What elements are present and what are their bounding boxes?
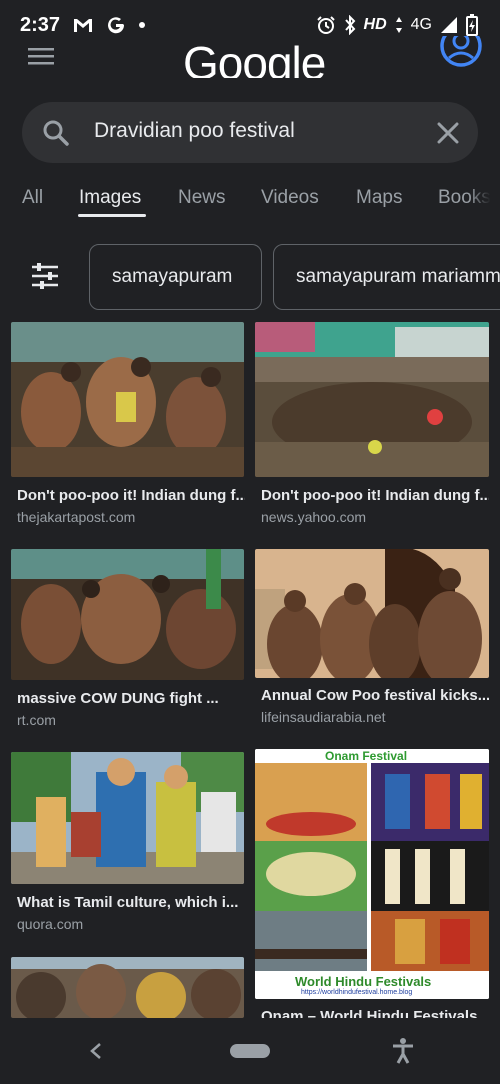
alarm-icon (316, 15, 336, 35)
bluetooth-icon (344, 15, 356, 35)
result-card[interactable]: Annual Cow Poo festival kicks... lifeins… (255, 549, 489, 729)
back-icon[interactable] (86, 1040, 106, 1062)
result-card[interactable]: Don't poo-poo it! Indian dung f... theja… (11, 322, 245, 527)
result-thumbnail[interactable] (11, 957, 244, 1018)
dot-icon (138, 21, 146, 29)
google-logo: Google (183, 37, 326, 78)
tune-filter-icon[interactable] (30, 261, 60, 291)
app-header: Google (0, 36, 500, 84)
tab-images[interactable]: Images (79, 187, 141, 209)
network-hd-label: HD (363, 16, 387, 33)
result-source: rt.com (17, 712, 56, 728)
active-tab-indicator (78, 214, 146, 217)
result-thumbnail[interactable] (11, 322, 244, 477)
result-card[interactable]: Onam Festival World Hindu Festivals http… (255, 749, 489, 1025)
result-thumbnail[interactable] (11, 752, 244, 884)
result-card[interactable]: Don't poo-poo it! Indian dung f... news.… (255, 322, 489, 527)
hamburger-menu-icon[interactable] (28, 44, 56, 68)
tabs-scroll-fade (468, 175, 500, 225)
result-title[interactable]: Annual Cow Poo festival kicks... (261, 687, 489, 704)
signal-4g-label: 4G (410, 16, 432, 33)
result-thumbnail[interactable] (255, 322, 489, 477)
onam-header-text: Onam Festival (325, 749, 408, 763)
google-g-icon (106, 15, 126, 35)
chip-samayapuram[interactable]: samayapuram (89, 244, 262, 310)
result-card[interactable]: massive COW DUNG fight ... rt.com (11, 549, 245, 729)
result-source: news.yahoo.com (261, 509, 367, 525)
result-title[interactable]: Don't poo-poo it! Indian dung f... (17, 487, 245, 504)
result-source: lifeinsaudiarabia.net (261, 709, 386, 725)
result-title[interactable]: Don't poo-poo it! Indian dung f... (261, 487, 489, 504)
result-source: thejakartapost.com (17, 509, 136, 525)
search-bar[interactable]: Dravidian poo festival (22, 102, 478, 163)
account-avatar-icon[interactable] (440, 36, 482, 72)
result-thumbnail[interactable] (255, 549, 489, 678)
filter-chips-row: samayapuram samayapuram mariamman (0, 244, 500, 310)
result-thumbnail[interactable] (11, 549, 244, 680)
system-nav-bar (0, 1018, 500, 1084)
status-time: 2:37 (20, 13, 61, 36)
tab-all[interactable]: All (22, 187, 43, 209)
data-arrows-icon (395, 16, 403, 34)
result-source: quora.com (17, 916, 84, 932)
tab-videos[interactable]: Videos (261, 187, 319, 209)
result-card[interactable] (11, 957, 245, 1018)
home-pill-button[interactable] (230, 1044, 270, 1058)
tab-news[interactable]: News (178, 187, 226, 209)
tab-maps[interactable]: Maps (356, 187, 402, 209)
onam-footer-text: World Hindu Festivals (295, 974, 432, 989)
accessibility-icon[interactable] (391, 1038, 415, 1064)
search-tabs: All Images News Videos Maps Books (0, 175, 500, 225)
result-title[interactable]: What is Tamil culture, which i... (17, 894, 245, 911)
result-card[interactable]: What is Tamil culture, which i... quora.… (11, 752, 245, 937)
clear-search-icon[interactable] (435, 120, 461, 146)
chip-samayapuram-mariamman[interactable]: samayapuram mariamman (273, 244, 500, 310)
search-icon[interactable] (42, 119, 70, 147)
onam-url-text: https://worldhindufestival.home.blog (301, 989, 413, 996)
search-query-input[interactable]: Dravidian poo festival (94, 119, 295, 143)
result-thumbnail[interactable]: Onam Festival World Hindu Festivals http… (255, 749, 489, 999)
signal-icon (440, 16, 458, 34)
result-title[interactable]: massive COW DUNG fight ... (17, 690, 245, 707)
battery-charging-icon (466, 14, 478, 36)
gmail-icon (72, 16, 94, 34)
